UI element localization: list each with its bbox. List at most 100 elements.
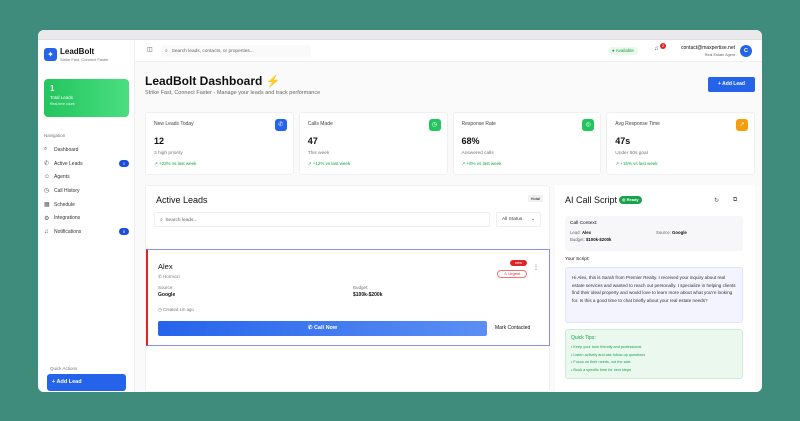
count-badge: 1 xyxy=(119,160,129,168)
stat-title: Response Rate xyxy=(461,121,496,127)
phone-icon: ✆ xyxy=(274,119,287,131)
budget-value: $100k-$200k xyxy=(353,292,383,298)
mark-contacted-button[interactable]: Mark Contacted xyxy=(495,325,530,331)
status-filter-select[interactable]: All Status ⌄ xyxy=(496,212,541,227)
stat-card-new-leads: New Leads Today 12 3 high priority ↗ +23% v… xyxy=(145,112,294,175)
stat-desc: Under 60s goal xyxy=(615,151,648,156)
sidebar-item-schedule[interactable]: ▦ Schedule xyxy=(44,198,129,212)
users-icon: ☺ xyxy=(44,174,51,181)
sidebar-item-agents[interactable]: ☺ Agents xyxy=(44,170,129,184)
stat-desc: Answered calls xyxy=(461,151,494,156)
top-bar: ◫ ⌕ Search leads, contacts, or propertie… xyxy=(135,40,762,62)
sidebar-item-label: Agents xyxy=(54,174,70,181)
page-subtitle: Strike Fast, Connect Faster - Manage you… xyxy=(145,90,321,96)
total-leads-card: 1 Total Leads Real-time count xyxy=(44,79,129,117)
gear-icon: ⚙ xyxy=(44,215,50,222)
main-content: ◫ ⌕ Search leads, contacts, or propertie… xyxy=(135,40,762,392)
title-bar xyxy=(38,30,762,40)
leads-search-input[interactable]: ⌕ Search leads... xyxy=(154,212,490,227)
context-title: Call Context: xyxy=(570,221,598,226)
copy-icon[interactable]: ⧉ xyxy=(733,197,737,204)
sidebar-item-label: Integrations xyxy=(54,215,81,222)
stat-card-calls-made: Calls Made 47 This week ↗ +12% vs last week… xyxy=(298,112,448,175)
sidebar-toggle-icon[interactable]: ◫ xyxy=(147,46,153,53)
lead-phone: ✆ Hormozi xyxy=(158,274,180,279)
phone-call-icon: ◷ xyxy=(428,119,441,131)
tip-item: • Listen actively and ask follow-up ques… xyxy=(571,352,646,357)
stat-card-response-rate: Response Rate 68% Answered calls ↗ +8% vs l… xyxy=(452,112,602,175)
refresh-icon[interactable]: ↻ xyxy=(714,197,719,204)
sidebar-item-integrations[interactable]: ⚙ Integrations xyxy=(44,211,129,225)
brand-tagline: Strike Fast, Connect Faster xyxy=(60,57,109,62)
quick-actions-heading: Quick Actions xyxy=(50,366,78,371)
phone-icon: ✆ xyxy=(44,161,50,168)
total-leads-sub: Real-time count xyxy=(50,102,75,106)
sidebar-item-notifications[interactable]: ♫ Notifications 5 xyxy=(44,225,129,239)
avatar[interactable]: C xyxy=(740,45,752,57)
call-context: Call Context: Lead: Alex Source: Google B… xyxy=(565,216,743,251)
source-label: Source: xyxy=(158,285,174,290)
stat-desc: This week xyxy=(307,151,330,156)
sidebar-item-label: Active Leads xyxy=(54,160,83,167)
add-lead-button[interactable]: + Add Lead xyxy=(708,77,755,92)
budget-value: $100k-$200k xyxy=(586,237,612,242)
global-search-input[interactable]: ⌕ Search leads, contacts, or properties.… xyxy=(161,45,311,57)
quick-tips: Quick Tips: • Keep your tone friendly an… xyxy=(565,329,743,379)
trending-up-icon: ↗ xyxy=(736,119,748,131)
tip-item: • Book a specific time for next steps xyxy=(571,367,631,372)
your-script-label: Your Script: xyxy=(565,257,590,262)
budget-label: Budget: xyxy=(570,237,585,242)
source-label: Source: xyxy=(656,230,671,235)
active-leads-panel: Active Leads Hotal ⌕ Search leads... All… xyxy=(145,185,550,392)
ready-badge: ◎ Ready xyxy=(619,196,642,204)
lead-value: Alex xyxy=(581,230,592,235)
stat-title: Avg Response Time xyxy=(615,121,660,127)
search-placeholder: Search leads... xyxy=(165,218,198,223)
active-leads-title: Active Leads xyxy=(156,195,208,205)
sidebar-item-call-history[interactable]: ◷ Call History xyxy=(44,184,129,198)
tip-item: • Keep your tone friendly and profession… xyxy=(571,345,642,349)
search-placeholder: Search leads, contacts, or properties... xyxy=(171,49,254,54)
sidebar: ✦ LeadBolt Strike Fast, Connect Faster 1… xyxy=(38,40,135,392)
lead-name: Alex xyxy=(158,262,173,271)
urgent-badge: ⚠ Urgent xyxy=(497,270,527,278)
source-value: Google xyxy=(672,230,687,235)
ai-call-script-panel: AI Call Script ◎ Ready ↻ ⧉ Call Context:… xyxy=(555,185,755,392)
sidebar-item-active-leads[interactable]: ✆ Active Leads 1 xyxy=(44,157,129,171)
bell-icon[interactable]: ♫ xyxy=(654,46,659,52)
app-window: ✦ LeadBolt Strike Fast, Connect Faster 1… xyxy=(38,30,762,392)
target-icon: ◎ xyxy=(582,119,595,131)
stats-row: New Leads Today 12 3 high priority ↗ +23% v… xyxy=(145,112,755,175)
page-title: LeadBolt Dashboard ⚡ xyxy=(145,74,281,88)
nav-heading: Navigation xyxy=(44,133,66,138)
total-leads-label: Total Leads xyxy=(50,95,74,100)
sidebar-item-label: Dashboard xyxy=(54,146,79,153)
tips-title: Quick Tips: xyxy=(571,335,596,341)
source-value: Google xyxy=(158,292,176,298)
stat-desc: 3 high priority xyxy=(154,151,183,156)
logo-icon: ✦ xyxy=(44,48,57,61)
notification-badge: 2 xyxy=(660,43,666,49)
stat-value: 68% xyxy=(461,136,480,146)
stat-change: ↗ +15% vs last week xyxy=(615,161,658,166)
more-options-icon[interactable]: ⋮ xyxy=(533,264,539,271)
call-now-button[interactable]: ✆ Call Now xyxy=(158,321,487,336)
stat-change: ↗ +12% vs last week xyxy=(307,161,351,166)
stat-value: 12 xyxy=(154,136,165,146)
availability-status[interactable]: ● Available xyxy=(608,47,638,55)
sidebar-item-dashboard[interactable]: ⌕ Dashboard xyxy=(44,143,129,157)
sidebar-item-label: Schedule xyxy=(54,201,75,208)
sidebar-item-label: Notifications xyxy=(54,228,82,235)
sidebar-add-lead-button[interactable]: + Add Lead xyxy=(47,374,126,391)
hot-tag: Hotal xyxy=(527,195,543,202)
user-role: Real Estate Agent xyxy=(704,53,735,57)
bell-icon: ♫ xyxy=(44,228,49,235)
total-leads-value: 1 xyxy=(50,84,55,93)
stat-value: 47s xyxy=(615,136,631,146)
clock-icon: ◷ xyxy=(44,188,50,195)
user-email: contact@maxpertise.net xyxy=(681,45,735,51)
stat-title: Calls Made xyxy=(307,121,333,127)
lead-card[interactable]: Alex ✆ Hormozi Source: Google Budget: $1… xyxy=(146,249,550,346)
search-icon: ⌕ xyxy=(44,146,48,153)
tip-item: • Focus on their needs, not the sale xyxy=(571,360,631,364)
